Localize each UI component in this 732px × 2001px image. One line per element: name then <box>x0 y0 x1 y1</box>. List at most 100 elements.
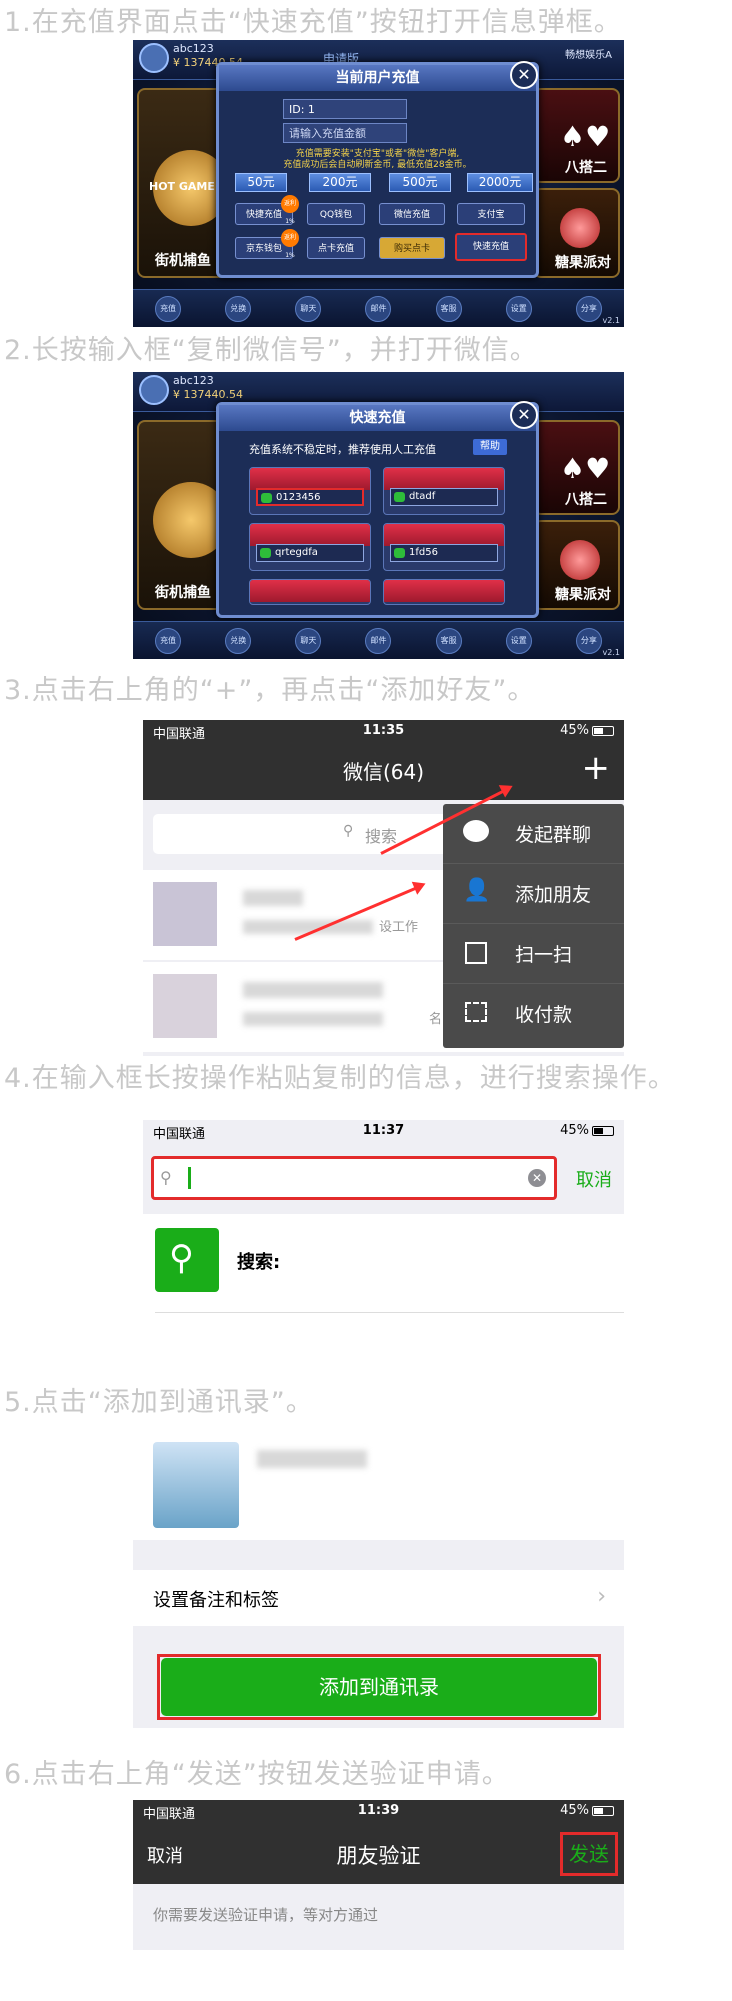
divider <box>155 1312 624 1313</box>
tile-candy-game[interactable]: 糖果派对 <box>533 520 620 610</box>
wechat-search-screen: 中国联通 11:37 45% ⚲ ✕ 取消 ⚲ 搜索: <box>143 1120 624 1330</box>
nav-support[interactable]: 客服 <box>435 295 462 322</box>
search-placeholder: 搜索 <box>365 827 398 846</box>
clear-icon[interactable]: ✕ <box>528 1169 546 1187</box>
search-result-row[interactable]: ⚲ 搜索: <box>143 1214 624 1330</box>
quick-recharge-button[interactable]: 快速充值 <box>455 233 527 261</box>
nav-settings[interactable]: 设置 <box>505 295 532 322</box>
menu-label: 添加朋友 <box>515 884 592 906</box>
game-bottom-nav: 充值 兑换 聊天 邮件 客服 设置 分享 <box>133 621 624 659</box>
avatar[interactable] <box>139 375 169 405</box>
amount-200-button[interactable]: 200元 <box>309 173 371 192</box>
close-icon[interactable]: ✕ <box>510 61 538 89</box>
alipay-button[interactable]: 支付宝 <box>457 203 525 225</box>
cards-icon: ♠♥ <box>560 120 611 153</box>
nav-exchange[interactable]: 兑换 <box>225 295 252 322</box>
menu-item-add-friend[interactable]: 👤 添加朋友 <box>443 864 624 924</box>
send-button[interactable]: 发送 <box>560 1832 618 1876</box>
profile-avatar <box>153 1442 239 1528</box>
wechat-icon <box>260 548 271 558</box>
amount-input[interactable]: 请输入充值金额 <box>283 123 407 143</box>
wechat-id-input[interactable]: 0123456 <box>256 488 364 506</box>
tile-label-fishing: 街机捕鱼 <box>155 253 211 269</box>
close-icon[interactable]: ✕ <box>510 401 538 429</box>
search-icon: ⚲ <box>160 1168 172 1187</box>
wechat-id-card <box>249 579 371 605</box>
avatar[interactable] <box>139 43 169 73</box>
tile-candy-game[interactable]: 糖果派对 <box>533 188 620 278</box>
search-input[interactable]: ⚲ ✕ <box>151 1156 557 1200</box>
qq-wallet-button[interactable]: QQ钱包 <box>307 203 365 225</box>
blurred-name <box>243 890 303 906</box>
version-label: v2.1 <box>602 316 620 325</box>
amount-500-button[interactable]: 500元 <box>389 173 451 192</box>
wechat-id-input[interactable]: qrtegdfa <box>256 544 364 562</box>
verify-message-field[interactable] <box>133 1950 624 2001</box>
amount-50-button[interactable]: 50元 <box>235 173 287 192</box>
tile-card-game[interactable]: ♠♥ 八搭二 <box>533 420 620 515</box>
nav-chat[interactable]: 聊天 <box>295 295 322 322</box>
dialog-title: 快速充值 <box>219 405 536 431</box>
battery-percent: 45% <box>560 1803 589 1818</box>
menu-label: 发起群聊 <box>515 824 592 846</box>
nav-exchange[interactable]: 兑换 <box>225 627 252 654</box>
verify-header: 中国联通 11:39 45% 取消 朋友验证 发送 <box>133 1800 624 1884</box>
search-row-label: 搜索: <box>237 1252 281 1273</box>
menu-item-payment[interactable]: 收付款 <box>443 984 624 1044</box>
nav-mail[interactable]: 邮件 <box>365 295 392 322</box>
section-gap <box>133 1540 624 1570</box>
card-recharge-button[interactable]: 点卡充值 <box>307 237 365 259</box>
wechat-id-input[interactable]: 1fd56 <box>390 544 498 562</box>
group-avatar <box>153 882 217 946</box>
nav-support[interactable]: 客服 <box>435 627 462 654</box>
nav-share[interactable]: 分享 <box>575 295 602 322</box>
search-icon: ⚲ <box>155 1228 219 1292</box>
clock: 11:35 <box>362 723 405 738</box>
wechat-id-input[interactable]: dtadf <box>390 488 498 506</box>
wechat-id-card: 0123456 <box>249 467 371 515</box>
nav-recharge[interactable]: 充值 <box>155 627 182 654</box>
wechat-id-card <box>383 579 505 605</box>
nav-recharge[interactable]: 充值 <box>155 295 182 322</box>
version-label: v2.1 <box>602 648 620 657</box>
room-label: 畅想娱乐A <box>565 50 612 61</box>
help-button[interactable]: 帮助 <box>473 439 507 455</box>
step-5-caption: 5.点击“添加到通讯录”。 <box>4 1387 314 1418</box>
nav-settings[interactable]: 设置 <box>505 627 532 654</box>
menu-item-scan[interactable]: 扫一扫 <box>443 924 624 984</box>
game-bottom-nav: 充值 兑换 聊天 邮件 客服 设置 分享 <box>133 289 624 327</box>
tile-label-candy: 糖果派对 <box>555 587 611 603</box>
blurred-name <box>243 982 383 998</box>
tile-card-game[interactable]: ♠♥ 八搭二 <box>533 88 620 183</box>
cancel-button[interactable]: 取消 <box>576 1166 612 1192</box>
wechat-icon <box>394 548 405 558</box>
wechat-header: 中国联通 11:35 45% 微信(64) + <box>143 720 624 800</box>
nav-share[interactable]: 分享 <box>575 627 602 654</box>
step-3-caption: 3.点击右上角的“+”，再点击“添加好友”。 <box>4 675 536 706</box>
username: abc123 <box>173 42 214 55</box>
wechat-pay-button[interactable]: 微信充值 <box>379 203 445 225</box>
payment-icon <box>465 1002 487 1022</box>
remark-row[interactable]: 设置备注和标签 › <box>133 1570 624 1626</box>
remark-label: 设置备注和标签 <box>153 1590 279 1611</box>
chevron-right-icon: › <box>597 1584 606 1609</box>
plus-dropdown-menu: 发起群聊 👤 添加朋友 扫一扫 收付款 <box>443 804 624 1048</box>
menu-item-group-chat[interactable]: 发起群聊 <box>443 804 624 864</box>
fallback-notice: 充值系统不稳定时，推荐使用人工充值 <box>249 443 436 456</box>
wechat-id-card: dtadf <box>383 467 505 515</box>
wechat-main-screen: 中国联通 11:35 45% 微信(64) + ⚲ 搜索 设工作 名 发起群聊 … <box>143 720 624 1056</box>
wechat-id-card: 1fd56 <box>383 523 505 571</box>
add-to-contacts-button[interactable]: 添加到通讯录 <box>161 1658 597 1716</box>
quick-recharge-dialog: 快速充值 ✕ 充值系统不稳定时，推荐使用人工充值 帮助 0123456 dtad… <box>216 401 539 618</box>
nav-chat[interactable]: 聊天 <box>295 627 322 654</box>
search-bar[interactable]: ⚲ 搜索 <box>153 814 484 854</box>
chat-snippet: 名 <box>429 1012 443 1027</box>
menu-label: 扫一扫 <box>515 944 573 966</box>
plus-button[interactable]: + <box>582 748 611 788</box>
nav-mail[interactable]: 邮件 <box>365 627 392 654</box>
amount-2000-button[interactable]: 2000元 <box>467 173 533 192</box>
battery-icon <box>592 1805 614 1816</box>
battery-percent: 45% <box>560 723 589 738</box>
buy-card-button[interactable]: 购买点卡 <box>379 237 445 259</box>
tile-label-fishing: 街机捕鱼 <box>155 585 211 601</box>
